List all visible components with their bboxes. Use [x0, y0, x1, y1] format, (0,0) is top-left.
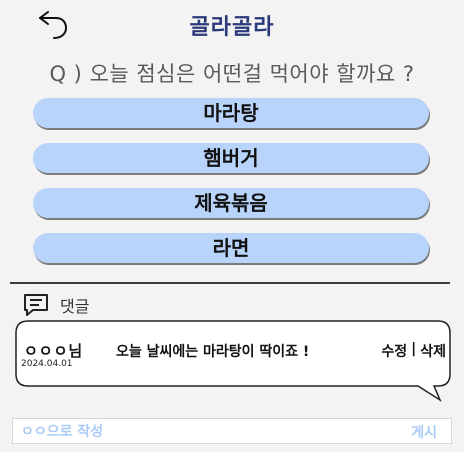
comment-input-bar: 게시: [12, 418, 452, 444]
action-separator: |: [411, 341, 417, 357]
option-button-4[interactable]: 라면: [33, 233, 429, 263]
edit-comment-button[interactable]: 수정: [381, 341, 407, 361]
delete-comment-button[interactable]: 삭제: [420, 341, 446, 361]
comment-date: 2024.04.01: [21, 359, 73, 369]
option-button-1[interactable]: 마라탕: [33, 98, 429, 128]
option-button-2[interactable]: 햄버거: [33, 143, 429, 173]
comment-input[interactable]: [19, 421, 383, 443]
chat-bubble-icon: [24, 294, 48, 316]
comment-text: 오늘 날씨에는 마라탕이 딱이죠 !: [116, 344, 310, 360]
app-title: 골라골라: [189, 15, 275, 40]
section-divider: [10, 282, 450, 284]
comment-actions: 수정 | 삭제: [381, 341, 446, 361]
option-list: 마라탕 햄버거 제육볶음 라면: [33, 98, 429, 278]
post-comment-button[interactable]: 게시: [411, 422, 437, 442]
comments-header: 댓글: [22, 292, 89, 318]
comments-label: 댓글: [60, 297, 90, 316]
option-button-3[interactable]: 제육볶음: [33, 188, 429, 218]
header: 골라골라: [0, 0, 464, 48]
question-text: Q ) 오늘 점심은 어떤걸 먹어야 할까요 ?: [49, 62, 415, 86]
comment-author: ㅇㅇㅇ님: [24, 342, 84, 360]
comment-item: ㅇㅇㅇ님 2024.04.01 오늘 날씨에는 마라탕이 딱이죠 ! 수정 | …: [14, 320, 452, 402]
comment-bubble-frame: [15, 320, 451, 402]
